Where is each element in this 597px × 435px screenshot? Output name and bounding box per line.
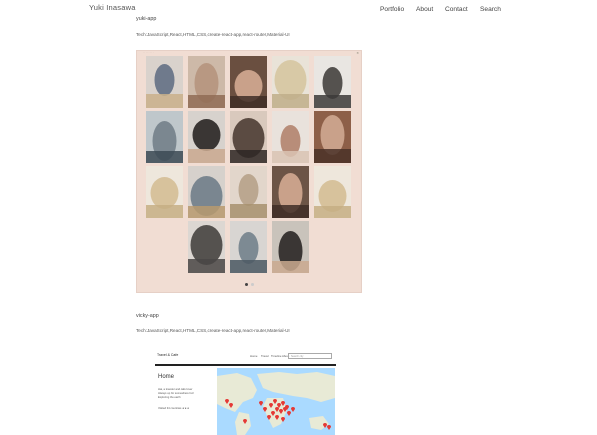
photo-image	[146, 111, 183, 163]
vicky-intro-line: Hai, a traveler and cafe lover	[158, 388, 193, 391]
photo-tile[interactable]	[146, 56, 183, 108]
photo-image	[272, 221, 309, 273]
photo-image	[230, 56, 267, 108]
photo-tile[interactable]	[314, 56, 351, 108]
nav-contact[interactable]: Contact	[445, 6, 468, 13]
photo-tile[interactable]	[230, 111, 267, 163]
vicky-app-screenshot[interactable]: Travel & Cafe Home Travel Timeline About…	[155, 350, 336, 435]
photo-image	[314, 56, 351, 108]
photo-image	[230, 221, 267, 273]
vicky-intro-line: Always up for somewhere fun!	[158, 392, 194, 395]
photo-image	[188, 56, 225, 108]
photo-tile[interactable]	[314, 166, 351, 218]
photo-tile[interactable]	[146, 166, 183, 218]
photo-image	[146, 56, 183, 108]
photo-tile[interactable]	[230, 166, 267, 218]
photo-image	[188, 111, 225, 163]
photo-tile[interactable]	[188, 56, 225, 108]
main-nav: Portfolio About Contact Search	[0, 6, 597, 16]
photo-image	[272, 111, 309, 163]
photo-tile[interactable]	[272, 166, 309, 218]
photo-image	[188, 221, 225, 273]
photo-image	[230, 111, 267, 163]
vicky-nav-home: Home	[250, 354, 258, 358]
photo-image	[272, 56, 309, 108]
photo-tile[interactable]	[272, 221, 309, 273]
yuki-app-screenshot[interactable]: · · · · · · · · ✕	[136, 50, 362, 293]
project-title-yuki-app: yuki-app	[136, 16, 157, 22]
photo-image	[230, 166, 267, 218]
photo-tile[interactable]	[230, 56, 267, 108]
project-tech-yuki-app: Tech:JavaScript,React,HTML,CSS,create-re…	[136, 32, 290, 37]
world-map	[217, 368, 335, 435]
photo-tile[interactable]	[230, 221, 267, 273]
vicky-header-rule	[155, 364, 336, 366]
photo-image	[272, 166, 309, 218]
carousel-dot[interactable]	[251, 283, 254, 286]
nav-search[interactable]: Search	[480, 6, 501, 13]
photo-tile[interactable]	[146, 111, 183, 163]
vicky-visited-count: Visited 34 countries ★★★	[158, 407, 190, 410]
photo-image	[314, 111, 351, 163]
vicky-home-heading: Home	[158, 374, 175, 380]
vicky-nav-travel: Travel	[261, 354, 269, 358]
photo-tile[interactable]	[314, 111, 351, 163]
screenshot-topbar-text: · · · · · · · ·	[143, 52, 154, 54]
close-icon: ✕	[356, 51, 359, 55]
photo-image	[188, 166, 225, 218]
photo-tile[interactable]	[188, 221, 225, 273]
vicky-nav-timeline: Timeline	[271, 354, 282, 358]
photo-tile[interactable]	[272, 56, 309, 108]
photo-image	[146, 166, 183, 218]
site-header: Yuki Inasawa Portfolio About Contact Sea…	[0, 0, 597, 20]
photo-tile[interactable]	[188, 166, 225, 218]
nav-about[interactable]: About	[416, 6, 433, 13]
photo-tile[interactable]	[272, 111, 309, 163]
project-tech-vicky-app: Tech:JavaScript,React,HTML,CSS,create-re…	[136, 328, 290, 333]
photo-image	[314, 166, 351, 218]
photo-tile[interactable]	[188, 111, 225, 163]
carousel-dot-active[interactable]	[245, 283, 248, 286]
project-title-vicky-app: vicky-app	[136, 313, 159, 319]
nav-portfolio[interactable]: Portfolio	[380, 6, 404, 13]
vicky-intro-line: Exploring the earth	[158, 396, 181, 399]
vicky-search-input: Search city	[288, 353, 332, 359]
vicky-brand: Travel & Cafe	[157, 353, 179, 357]
